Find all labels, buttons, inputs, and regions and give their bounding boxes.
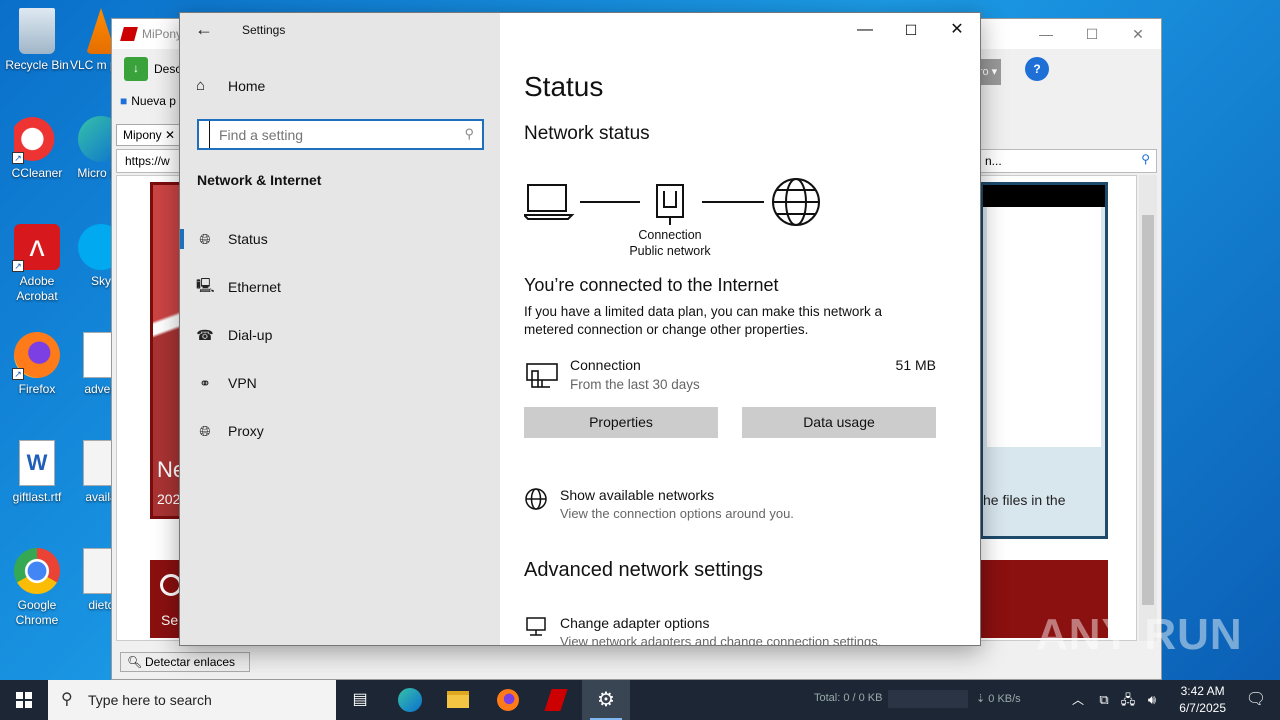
ad-panel: he files in the <box>980 182 1108 539</box>
chrome-icon <box>14 548 60 594</box>
mipony-taskbar-icon[interactable] <box>532 680 580 720</box>
data-usage-button[interactable]: Data usage <box>742 407 936 438</box>
search-icon: ⚲ <box>464 126 474 141</box>
search-icon[interactable]: ⚲ <box>1141 152 1150 166</box>
connected-heading: You’re connected to the Internet <box>524 275 779 295</box>
ethernet-icon <box>526 363 558 388</box>
mipony-total: Total: 0 / 0 KB <box>814 692 883 704</box>
network-icon[interactable]: 🖧 <box>1116 680 1140 720</box>
minimize-button[interactable]: — <box>1023 19 1069 49</box>
change-adapter-link[interactable]: Change adapter options View network adap… <box>524 615 944 645</box>
adapter-icon <box>526 617 546 636</box>
detect-links-button[interactable]: 🔍︎ Detectar enlaces <box>120 652 250 672</box>
home-icon: ⌂ <box>196 77 206 94</box>
globe-icon: 🌐︎ <box>199 230 211 247</box>
desktop-icon-chrome[interactable]: Google Chrome <box>0 548 74 628</box>
router-icon <box>656 184 684 225</box>
help-icon[interactable]: ? <box>1025 57 1049 81</box>
notifications-icon[interactable]: 🗨︎ <box>1232 680 1280 720</box>
data-usage-value: 51 MB <box>895 357 936 373</box>
magnifier-icon: 🔍︎ <box>127 655 143 669</box>
mipony-logo-icon <box>120 27 138 41</box>
dialup-icon: ☎ <box>196 326 214 343</box>
mipony-title: MiPony <box>142 27 183 41</box>
network-status-heading: Network status <box>524 123 650 144</box>
adobe-acrobat-icon: ᴧ ↗ <box>12 224 60 272</box>
globe-icon <box>772 178 820 226</box>
promo-button[interactable]: Se <box>150 560 182 638</box>
ccleaner-icon: ↗ <box>12 116 60 164</box>
download-icon[interactable]: ↓ <box>124 57 148 81</box>
nav-item-status[interactable]: 🌐︎ Status <box>180 219 500 259</box>
maximize-button[interactable]: ☐ <box>1069 19 1115 49</box>
volume-icon[interactable]: 🔊︎ <box>1140 680 1164 720</box>
task-view-icon[interactable]: ▤ <box>336 680 384 720</box>
diagram-labels: Connection Public network <box>629 228 711 258</box>
scrollbar[interactable] <box>1139 175 1157 641</box>
nav-item-proxy[interactable]: 🌐︎ Proxy <box>180 411 500 451</box>
ethernet-icon: 🖳 <box>196 277 215 293</box>
back-button[interactable]: ← <box>192 19 216 41</box>
taskbar: ⚲ Type here to search ▤ ⚙ Total: 0 / 0 K… <box>0 680 1280 720</box>
firefox-taskbar-icon[interactable] <box>484 680 532 720</box>
windows-icon <box>16 692 32 708</box>
desktop-icon-ccleaner[interactable]: ↗ CCleaner <box>0 116 74 181</box>
window-title: Settings <box>242 23 286 37</box>
toolbar-download-label[interactable]: Desc <box>154 62 181 76</box>
edge-taskbar-icon[interactable] <box>386 680 434 720</box>
ad-thumbnail <box>987 207 1101 447</box>
clock[interactable]: 3:42 AM 6/7/2025 <box>1179 683 1226 717</box>
globe-icon: 🌐︎ <box>199 422 211 439</box>
recycle-bin-icon <box>19 8 55 54</box>
page-title: Status <box>524 71 604 102</box>
close-button[interactable]: ✕ <box>1115 19 1161 49</box>
start-button[interactable] <box>0 680 48 720</box>
settings-nav-pane: ⌂ Home ⚲ Network & Internet 🌐︎ Status 🖳 … <box>180 13 500 645</box>
mipony-statusbar: 🔍︎ Detectar enlaces <box>112 649 1161 679</box>
advanced-heading: Advanced network settings <box>524 559 764 581</box>
word-doc-icon: W <box>19 440 55 486</box>
search-input[interactable] <box>209 121 449 148</box>
nav-item-ethernet[interactable]: 🖳 Ethernet <box>180 267 500 307</box>
connected-description: If you have a limited data plan, you can… <box>524 304 882 337</box>
anyrun-watermark: ANY RUN <box>1036 610 1243 659</box>
vpn-icon: ⚭ <box>199 374 211 391</box>
desktop-icon-recycle-bin[interactable]: Recycle Bin <box>0 8 74 73</box>
desktop-icon-firefox[interactable]: ↗ Firefox <box>0 332 74 397</box>
taskbar-search[interactable]: ⚲ Type here to search <box>48 680 336 720</box>
search-icon: ⚲ <box>61 691 73 708</box>
settings-search-box[interactable]: ⚲ <box>197 119 484 150</box>
nav-home[interactable]: ⌂ Home <box>196 77 265 94</box>
new-icon: ■ <box>120 94 128 108</box>
settings-window[interactable]: ⌂ Home ⚲ Network & Internet 🌐︎ Status 🖳 … <box>179 12 981 646</box>
tab-mipony[interactable]: Mipony ✕ <box>116 124 183 146</box>
mipony-speed: ⇣ 0 KB/s <box>976 693 1021 705</box>
desktop-icon-giftlast[interactable]: W giftlast.rtf <box>0 440 74 505</box>
firefox-icon: ↗ <box>12 332 60 380</box>
section-title: Network & Internet <box>197 172 322 188</box>
globe-icon <box>525 488 547 510</box>
laptop-icon <box>524 184 575 220</box>
desktop-icon-adobe[interactable]: ᴧ ↗ Adobe Acrobat <box>0 224 74 304</box>
new-link-label[interactable]: Nueva p <box>131 94 176 108</box>
file-explorer-icon[interactable] <box>434 680 482 720</box>
properties-button[interactable]: Properties <box>524 407 718 438</box>
device-icon[interactable]: ⧉ <box>1092 680 1116 720</box>
nav-item-dialup[interactable]: ☎ Dial-up <box>180 315 500 355</box>
promo-panel: Ne 202 <box>150 182 185 519</box>
settings-taskbar-icon[interactable]: ⚙ <box>582 680 630 720</box>
show-networks-link[interactable]: Show available networks View the connect… <box>524 487 944 527</box>
connection-row: Connection From the last 30 days 51 MB <box>524 355 936 399</box>
nav-item-vpn[interactable]: ⚭ VPN <box>180 363 500 403</box>
chevron-up-icon[interactable]: ︿ <box>1066 680 1090 720</box>
settings-main-pane: Status Network status Connection Public … <box>500 13 980 645</box>
